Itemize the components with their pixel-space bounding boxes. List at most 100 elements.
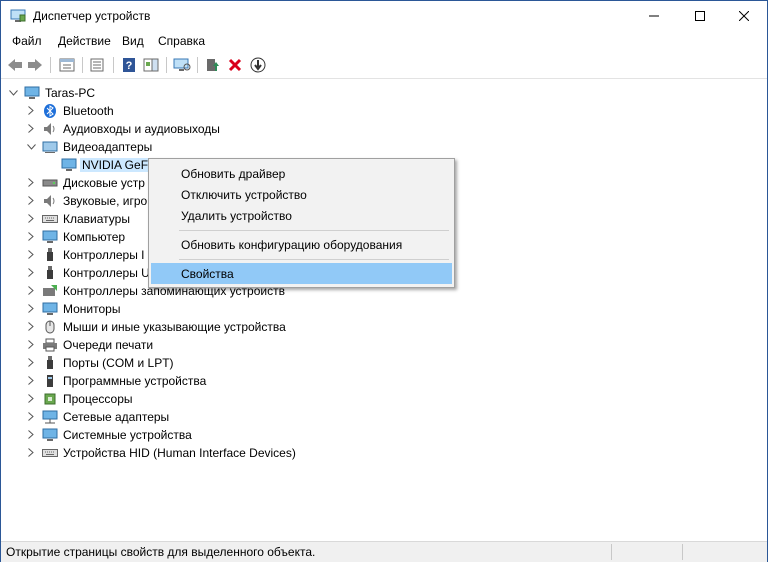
scan-monitor-icon[interactable] [173,56,191,74]
tree-node-display-adapters[interactable]: Видеоадаптеры [25,138,152,155]
chevron-right-icon[interactable] [25,195,37,207]
action-pane-icon[interactable] [142,56,160,74]
tree-node-audio-io[interactable]: Аудиовходы и аудиовыходы [25,120,220,137]
tree-node-software-devices[interactable]: Программные устройства [25,372,206,389]
tree-node-label: Аудиовходы и аудиовыходы [63,121,220,136]
tree-node-label: Контроллеры U [63,265,150,280]
tree-node-label: Мониторы [63,301,121,316]
menu-item-update-driver[interactable]: Обновить драйвер [151,163,452,184]
close-button[interactable] [721,1,767,31]
chevron-right-icon[interactable] [25,177,37,189]
menu-item-properties[interactable]: Свойства [151,263,452,284]
menu-bar: Файл Действие Вид Справка [1,31,767,51]
device-manager-window: Диспетчер устройств Файл Действие Вид Сп… [0,0,768,562]
help-icon[interactable]: ? [120,56,138,74]
menu-item-label: Отключить устройство [181,187,307,202]
status-text: Открытие страницы свойств для выделенног… [6,545,316,559]
tree-node-label: Звуковые, игро [63,193,148,208]
tree-node-label: Дисковые устр [63,175,145,190]
menu-help[interactable]: Справка [157,34,206,48]
monitor-icon [42,302,58,316]
network-adapter-icon [42,410,58,424]
tree-root[interactable]: Taras-PC [7,84,95,101]
tree-node-network-adapters[interactable]: Сетевые адаптеры [25,408,169,425]
tree-node-controllers-u[interactable]: Контроллеры U [25,264,150,281]
tree-node-processors[interactable]: Процессоры [25,390,133,407]
chevron-right-icon[interactable] [25,249,37,261]
tree-node-controllers-i[interactable]: Контроллеры I [25,246,145,263]
sound-icon [42,194,58,208]
storage-controller-icon [42,284,58,298]
toolbar: ? [1,52,767,79]
chevron-right-icon[interactable] [25,357,37,369]
tree-node-label: Bluetooth [63,103,114,118]
chevron-right-icon[interactable] [25,447,37,459]
menu-separator [179,230,449,231]
chevron-right-icon[interactable] [25,339,37,351]
bluetooth-icon [42,103,58,118]
chevron-right-icon[interactable] [25,411,37,423]
usb-icon [42,265,58,280]
context-menu: Обновить драйвер Отключить устройство Уд… [148,158,455,288]
disable-device-icon[interactable] [249,56,267,74]
svg-text:?: ? [126,60,133,72]
tree-node-hid[interactable]: Устройства HID (Human Interface Devices) [25,444,296,461]
device-list-icon[interactable] [88,56,106,74]
tree-node-label: Устройства HID (Human Interface Devices) [63,445,296,460]
back-arrow-icon[interactable] [6,56,24,74]
tree-node-keyboards[interactable]: Клавиатуры [25,210,130,227]
software-device-icon [42,374,58,388]
forward-arrow-icon[interactable] [26,56,44,74]
monitor-icon [61,158,77,172]
printer-icon [42,338,58,352]
chevron-right-icon[interactable] [25,267,37,279]
maximize-button[interactable] [677,1,723,31]
menu-item-disable-device[interactable]: Отключить устройство [151,184,452,205]
menu-item-label: Обновить конфигурацию оборудования [181,237,403,252]
tree-node-system-devices[interactable]: Системные устройства [25,426,192,443]
chevron-right-icon[interactable] [25,105,37,117]
device-tree: Taras-PC Bluetooth Аудиовходы и аудиовых… [1,79,767,539]
menu-view[interactable]: Вид [121,34,145,48]
tree-node-bluetooth[interactable]: Bluetooth [25,102,114,119]
chevron-right-icon[interactable] [25,429,37,441]
chevron-right-icon[interactable] [25,303,37,315]
tree-node-sound[interactable]: Звуковые, игро [25,192,147,209]
menu-item-label: Обновить драйвер [181,166,286,181]
chevron-right-icon[interactable] [25,231,37,243]
display-adapter-icon [42,140,58,154]
tree-node-disk-drives[interactable]: Дисковые устр [25,174,145,191]
chevron-right-icon[interactable] [25,393,37,405]
computer-icon [24,86,40,100]
properties-view-icon[interactable] [58,56,76,74]
menu-item-scan-hardware[interactable]: Обновить конфигурацию оборудования [151,234,452,255]
chevron-right-icon[interactable] [25,213,37,225]
minimize-button[interactable] [631,1,677,31]
chevron-down-icon[interactable] [7,87,19,99]
status-bar: Открытие страницы свойств для выделенног… [1,541,767,562]
usb-icon [42,247,58,262]
menu-item-uninstall-device[interactable]: Удалить устройство [151,205,452,226]
chevron-down-icon[interactable] [25,141,37,153]
update-driver-icon[interactable] [203,56,221,74]
system-device-icon [42,428,58,442]
computer-icon [42,230,58,244]
tree-node-ports[interactable]: Порты (COM и LPT) [25,354,174,371]
tree-node-label: Клавиатуры [63,211,130,226]
chevron-right-icon[interactable] [25,123,37,135]
menu-item-label: Свойства [181,266,234,281]
uninstall-x-icon[interactable] [226,56,244,74]
hid-icon [42,446,58,460]
disk-drive-icon [42,176,58,190]
tree-node-label: Сетевые адаптеры [63,409,170,424]
tree-node-label: Компьютер [63,229,126,244]
menu-action[interactable]: Действие [57,34,112,48]
tree-node-computer[interactable]: Компьютер [25,228,125,245]
tree-node-monitors[interactable]: Мониторы [25,300,120,317]
chevron-right-icon[interactable] [25,375,37,387]
menu-file[interactable]: Файл [11,34,43,48]
chevron-right-icon[interactable] [25,321,37,333]
chevron-right-icon[interactable] [25,285,37,297]
tree-node-print-queues[interactable]: Очереди печати [25,336,153,353]
tree-node-mice[interactable]: Мыши и иные указывающие устройства [25,318,286,335]
